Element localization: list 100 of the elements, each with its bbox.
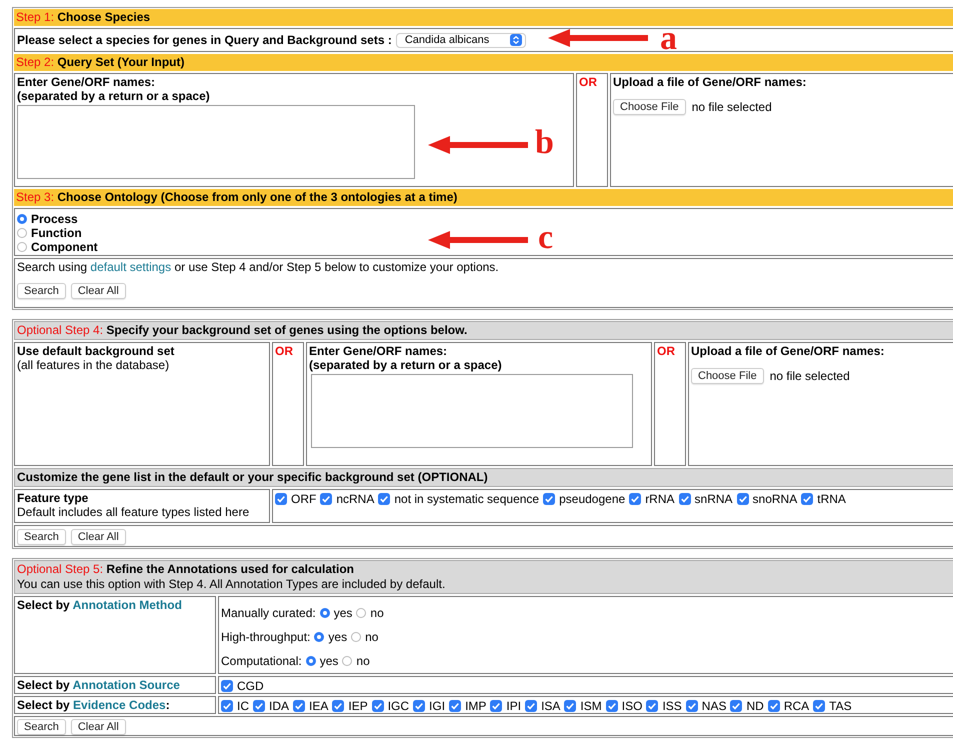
section-title: Specify your background set of genes using the options below. — [106, 323, 468, 337]
feature-type-label: Feature type — [17, 491, 90, 505]
field-label: Enter Gene/ORF names: — [309, 344, 448, 358]
radio-button[interactable] — [320, 608, 330, 618]
checkbox[interactable] — [813, 700, 826, 712]
checkbox-label: not in systematic sequence — [394, 492, 540, 506]
checkbox[interactable] — [768, 700, 780, 712]
ontology-label: Function — [31, 226, 82, 240]
radio-button[interactable] — [356, 608, 366, 618]
dropdown-icon — [510, 34, 522, 46]
radio-button[interactable] — [17, 228, 27, 238]
checkbox-label: ISM — [580, 699, 602, 713]
species-select[interactable]: Candida albicans — [396, 32, 526, 48]
clear-all-button[interactable]: Clear All — [70, 529, 126, 545]
choose-file-button[interactable]: Choose File — [613, 99, 686, 115]
method-option-label: Computational: — [221, 654, 302, 668]
section-title: Choose Ontology (Choose from only one of the 3 ontologies at a time) — [57, 190, 458, 204]
step-label: Step 1: — [16, 10, 54, 24]
field-hint: (separated by a return or a space) — [309, 358, 503, 372]
or-label: OR — [579, 75, 597, 89]
source-label: Select by Annotation Source — [17, 678, 180, 692]
checkbox-label: ND — [746, 699, 764, 713]
annotation-label: b — [535, 126, 554, 160]
checkbox[interactable] — [378, 493, 390, 505]
checkbox-label: ORF — [291, 492, 316, 506]
file-status: no file selected — [770, 369, 850, 383]
gene-names-field[interactable] — [311, 374, 633, 448]
radio-button[interactable] — [342, 656, 352, 666]
checkbox[interactable] — [686, 700, 698, 712]
choose-file-button[interactable]: Choose File — [691, 368, 764, 384]
radio-button[interactable] — [306, 656, 316, 666]
section-title: Refine the Annotations used for calculation — [106, 562, 354, 576]
step-label: Step 2: — [16, 55, 54, 69]
checkbox[interactable] — [678, 493, 691, 505]
search-button[interactable]: Search — [17, 719, 66, 735]
evidence-label: Select by Evidence Codes: — [17, 698, 170, 712]
checkbox-label: ISS — [662, 699, 682, 713]
upload-label: Upload a file of Gene/ORF names: — [613, 75, 808, 89]
checkbox[interactable] — [490, 700, 502, 712]
ontology-label: Process — [31, 212, 78, 226]
checkbox[interactable] — [449, 700, 462, 712]
checkbox[interactable] — [253, 700, 265, 712]
radio-button[interactable] — [314, 632, 324, 642]
file-status: no file selected — [692, 100, 772, 114]
section-title: Query Set (Your Input) — [57, 55, 184, 69]
checkbox[interactable] — [736, 493, 749, 505]
clear-all-button[interactable]: Clear All — [70, 719, 126, 735]
checkbox-label: ncRNA — [336, 492, 374, 506]
checkbox[interactable] — [332, 700, 344, 712]
radio-label: yes — [328, 630, 348, 644]
search-button[interactable]: Search — [17, 529, 66, 545]
checkbox[interactable] — [413, 700, 426, 712]
checkbox[interactable] — [372, 700, 384, 712]
checkbox-label: IDA — [269, 699, 290, 713]
checkbox-label: TAS — [829, 699, 852, 713]
radio-button[interactable] — [17, 214, 27, 224]
field-hint: (separated by a return or a space) — [17, 89, 211, 103]
upload-label: Upload a file of Gene/ORF names: — [691, 344, 886, 358]
radio-button[interactable] — [17, 242, 27, 252]
radio-label: no — [356, 654, 370, 668]
checkbox[interactable] — [801, 493, 814, 505]
checkbox-label: ISA — [541, 699, 560, 713]
species-prompt: Please select a species for genes in Query and Background sets : — [17, 33, 392, 47]
checkbox[interactable] — [629, 493, 642, 505]
step-label: Optional Step 4: — [17, 323, 104, 337]
feature-type-hint: Default includes all feature types listed here — [17, 505, 250, 519]
default-settings-link[interactable]: default settings — [90, 260, 172, 274]
radio-button[interactable] — [351, 632, 362, 642]
radio-label: yes — [320, 654, 338, 668]
checkbox[interactable] — [564, 700, 576, 712]
annotation-method-link[interactable]: Annotation Method — [72, 598, 182, 612]
annotation-source-link[interactable]: Annotation Source — [72, 678, 180, 692]
checkbox[interactable] — [525, 700, 538, 712]
checkbox-label: IMP — [465, 699, 486, 713]
checkbox-label: snRNA — [694, 492, 733, 506]
option-hint: (all features in the database) — [17, 358, 170, 372]
section-title: Choose Species — [57, 10, 150, 24]
checkbox[interactable] — [320, 493, 332, 505]
checkbox[interactable] — [275, 493, 287, 505]
checkbox[interactable] — [606, 700, 618, 712]
field-label: Enter Gene/ORF names: — [17, 75, 156, 89]
annotation-label: a — [660, 22, 677, 56]
step-label: Optional Step 5: — [17, 562, 104, 576]
search-button[interactable]: Search — [17, 283, 66, 299]
checkbox[interactable] — [730, 700, 742, 712]
radio-label: no — [370, 606, 384, 620]
checkbox-label: IGC — [388, 699, 410, 713]
checkbox[interactable] — [293, 700, 306, 712]
checkbox-label: IEA — [309, 699, 328, 713]
checkbox[interactable] — [221, 680, 233, 692]
annotation-label: c — [538, 221, 554, 255]
gene-names-field[interactable] — [17, 105, 415, 179]
search-note: Search using default settings or use Step 4 and/or Step 5 below to customize your options. — [17, 260, 500, 274]
radio-label: no — [365, 630, 378, 644]
evidence-codes-link[interactable]: Evidence Codes — [73, 698, 166, 712]
checkbox[interactable] — [543, 493, 556, 505]
checkbox-label: rRNA — [645, 492, 675, 506]
checkbox[interactable] — [646, 700, 658, 712]
clear-all-button[interactable]: Clear All — [70, 283, 126, 299]
checkbox[interactable] — [221, 700, 233, 712]
